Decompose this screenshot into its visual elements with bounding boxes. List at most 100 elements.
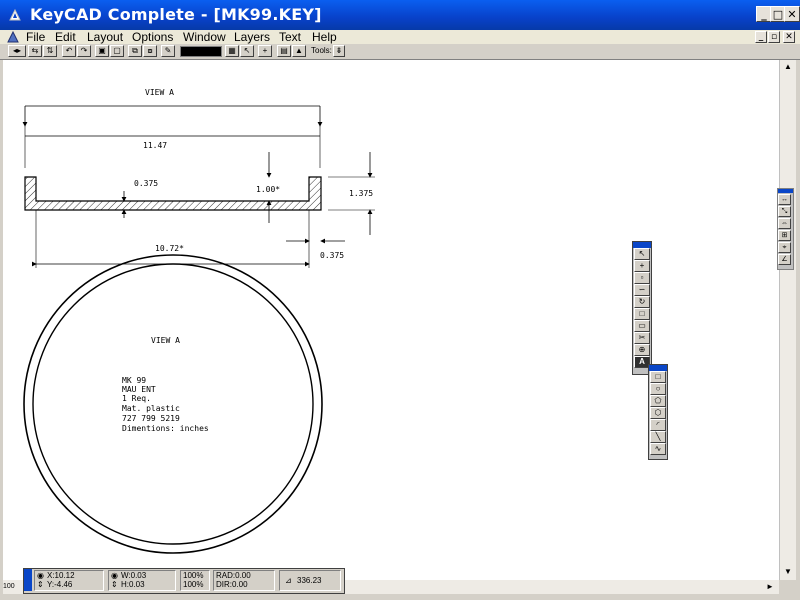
note-line: MAU ENT [122, 385, 156, 394]
grid-snap-icon[interactable]: ⊞ [778, 230, 791, 241]
mdi-close-button[interactable]: ✕ [783, 31, 795, 43]
scroll-up-arrow[interactable]: ▲ [781, 60, 795, 74]
lock-icon[interactable]: ▣ [95, 45, 109, 57]
scroll-right-arrow[interactable]: ► [763, 580, 777, 594]
move-tool-icon[interactable]: ◂▸ [8, 45, 26, 57]
scale-cell: 100% 100% [180, 570, 210, 591]
menu-layers[interactable]: Layers [234, 30, 270, 44]
size-cell: ◉ W:0.03 ⇕ H:0.03 [108, 570, 176, 591]
tools-dropdown-button[interactable]: ⇟ [333, 45, 345, 57]
overall-width-dimension: 11.47 [22, 105, 323, 168]
y-coordinate: Y:-4.46 [47, 580, 73, 589]
depth-dimension: 1.00* [256, 152, 280, 223]
polygon-shape-icon[interactable]: ⬠ [650, 395, 666, 407]
fit-icon[interactable]: ⇔ [778, 218, 791, 229]
direction-value: DIR:0.00 [216, 580, 248, 589]
resize-icon[interactable]: ⤡ [778, 206, 791, 217]
snap-icon[interactable]: ⌖ [778, 242, 791, 253]
menu-text[interactable]: Text [279, 30, 301, 44]
curve-icon[interactable]: ∽ [634, 284, 650, 296]
menu-file[interactable]: File [26, 30, 45, 44]
menu-bar: File Edit Layout Options Window Layers T… [0, 30, 800, 44]
title-bar[interactable]: KeyCAD Complete - [MK99.KEY] _ □ ✕ [0, 0, 800, 30]
overall-width-value: 11.47 [143, 141, 167, 150]
mdi-restore-button[interactable]: ▫ [768, 31, 780, 43]
angle-cell: ⊿ 336.23 [279, 570, 341, 591]
height-dimension: 1.375 [328, 152, 375, 235]
menu-window[interactable]: Window [183, 30, 226, 44]
arc-shape-icon[interactable]: ◜ [650, 419, 666, 431]
shape-tool-palette: □ ○ ⬠ ⬡ ◜ ╲ ∿ [648, 364, 668, 460]
note-line: 727 799 5219 [122, 414, 180, 423]
group-icon[interactable]: ⧉ [128, 45, 142, 57]
zoom-icon[interactable]: ⊕ [634, 344, 650, 356]
crosshair-icon[interactable]: + [634, 260, 650, 272]
radius-direction-cell: RAD:0.00 DIR:0.00 [213, 570, 275, 591]
height-value: 1.375 [349, 189, 373, 198]
menu-options[interactable]: Options [132, 30, 173, 44]
height-value: H:0.03 [121, 580, 145, 589]
grid-icon[interactable]: ▦ [225, 45, 239, 57]
flip-horizontal-icon[interactable]: ⇆ [28, 45, 42, 57]
inner-width-value: 10.72* [155, 244, 184, 253]
close-button[interactable]: ✕ [784, 6, 800, 22]
mdi-minimize-button[interactable]: _ [755, 31, 767, 43]
cursor-position-cell: ◉ X:10.12 ⇕ Y:-4.46 [34, 570, 104, 591]
redo-icon[interactable]: ↷ [77, 45, 91, 57]
circle-shape-icon[interactable]: ○ [650, 383, 666, 395]
ungroup-icon[interactable]: ⧇ [143, 45, 157, 57]
main-tool-palette: ↖ + ▫ ∽ ↻ □ ▭ ✂ ⊕ A [632, 241, 652, 375]
menu-layout[interactable]: Layout [87, 30, 123, 44]
status-bar-grip[interactable] [24, 569, 32, 591]
wall-thickness-left-dimension: 0.375 [121, 179, 158, 218]
keycad-app-icon[interactable] [8, 8, 22, 22]
document-system-icon[interactable] [7, 31, 19, 43]
landscape-icon[interactable]: ▲ [292, 45, 306, 57]
rotate-icon[interactable]: ↻ [634, 296, 650, 308]
flip-vertical-icon[interactable]: ⇅ [43, 45, 57, 57]
scissors-icon[interactable]: ✂ [634, 332, 650, 344]
picture-icon[interactable]: ▤ [277, 45, 291, 57]
updown-icon: ⇕ [111, 580, 118, 589]
rectangle-icon[interactable]: □ [634, 308, 650, 320]
view-a-label-circle: VIEW A [151, 336, 180, 345]
vertical-scrollbar[interactable]: ▲ ▼ [779, 60, 796, 580]
angle-icon: ⊿ [285, 576, 292, 585]
depth-value: 1.00* [256, 185, 280, 194]
undo-icon[interactable]: ↶ [62, 45, 76, 57]
crosshair-icon[interactable]: + [258, 45, 272, 57]
scroll-down-arrow[interactable]: ▼ [781, 565, 795, 579]
tools-label: Tools: [311, 46, 332, 55]
note-line: MK 99 [122, 376, 146, 385]
unlock-icon[interactable]: ▢ [110, 45, 124, 57]
note-line: 1 Req. [122, 394, 151, 403]
inner-width-dimension: 10.72* [32, 210, 310, 268]
dimension-icon[interactable]: ↔ [778, 194, 791, 205]
note-line: Dimentions: inches [122, 424, 209, 433]
wall-thickness-right-dimension: 0.375 [286, 238, 345, 260]
node-edit-icon[interactable]: ▫ [634, 272, 650, 284]
cad-drawing[interactable]: VIEW A 11.47 0.375 1.00* 1.375 10.72* 0.… [3, 60, 779, 580]
rectangle-shape-icon[interactable]: □ [650, 371, 666, 383]
pointer-icon[interactable]: ↖ [240, 45, 254, 57]
angle-icon[interactable]: ∠ [778, 254, 791, 265]
wall-thickness-right-value: 0.375 [320, 251, 344, 260]
edge-tool-palette: ↔ ⤡ ⇔ ⊞ ⌖ ∠ [777, 188, 794, 270]
select-arrow-icon[interactable]: ↖ [634, 248, 650, 260]
menu-help[interactable]: Help [312, 30, 337, 44]
freehand-shape-icon[interactable]: ∿ [650, 443, 666, 455]
page-icon[interactable]: ▭ [634, 320, 650, 332]
updown-icon: ⇕ [37, 580, 44, 589]
toolbar: ◂▸ ⇆ ⇅ ↶ ↷ ▣ ▢ ⧉ ⧇ ✎ ▦ ↖ + ▤ ▲ Tools: ⇟ [0, 44, 800, 60]
drawing-canvas[interactable]: VIEW A 11.47 0.375 1.00* 1.375 10.72* 0.… [3, 60, 779, 580]
zoom-indicator: 100 [3, 583, 15, 590]
angle-value: 336.23 [297, 576, 322, 585]
scale-y: 100% [183, 580, 204, 589]
menu-edit[interactable]: Edit [55, 30, 76, 44]
window-title: KeyCAD Complete - [MK99.KEY] [30, 5, 322, 24]
line-color-swatch[interactable] [180, 46, 222, 57]
octagon-shape-icon[interactable]: ⬡ [650, 407, 666, 419]
line-shape-icon[interactable]: ╲ [650, 431, 666, 443]
pen-icon[interactable]: ✎ [161, 45, 175, 57]
edge-palette-title-bar[interactable] [778, 189, 793, 193]
